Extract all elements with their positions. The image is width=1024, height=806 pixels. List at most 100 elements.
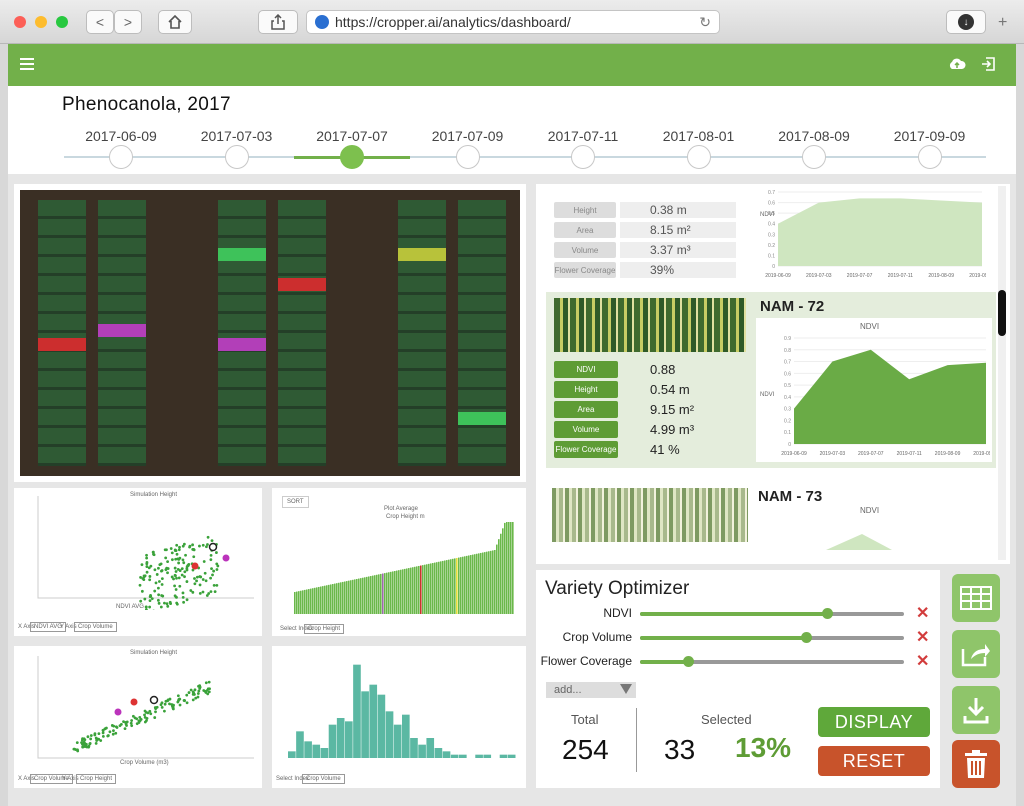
highlighted-plot[interactable] (218, 248, 266, 261)
scatter-point (114, 731, 118, 735)
hamburger-icon[interactable] (20, 58, 34, 70)
timeline-date-label[interactable]: 2017-06-09 (66, 128, 176, 144)
highlighted-plot[interactable] (38, 338, 86, 351)
timeline-date-label[interactable]: 2017-07-07 (297, 128, 407, 144)
bar (372, 575, 374, 614)
timeline-date-label[interactable]: 2017-07-03 (182, 128, 292, 144)
timeline-node[interactable] (686, 145, 711, 169)
y-tick-label: 0.1 (784, 430, 791, 436)
timeline-node[interactable] (571, 145, 595, 169)
scatter-point (163, 702, 167, 706)
highlighted-plot[interactable] (398, 248, 446, 261)
select-index[interactable]: Crop Height (304, 624, 345, 634)
share-icon[interactable] (952, 630, 1000, 678)
scatter-point (143, 720, 147, 724)
timeline-date-label[interactable]: 2017-08-09 (759, 128, 869, 144)
timeline-node[interactable] (340, 145, 364, 169)
timeline-date-label[interactable]: 2017-08-01 (644, 128, 754, 144)
bar (340, 582, 342, 614)
scatter-point (148, 575, 152, 578)
remove-criterion-icon[interactable]: ✕ (916, 627, 929, 647)
timeline-date-label[interactable]: 2017-09-09 (875, 128, 985, 144)
y-axis-select[interactable]: Crop Height (76, 774, 117, 784)
reset-button[interactable]: RESET (818, 746, 930, 776)
globe-icon (315, 15, 329, 29)
scatter-point (202, 560, 206, 563)
trash-icon[interactable] (952, 740, 1000, 788)
bar (438, 561, 440, 614)
downloads-icon[interactable]: ↓ (946, 10, 986, 34)
y-axis-select[interactable]: Crop Volume (74, 622, 117, 632)
sort-button[interactable]: SORT (282, 496, 309, 508)
scatter-point (160, 594, 164, 597)
scatter-point (207, 680, 211, 684)
scatter-point (144, 605, 148, 609)
bar (426, 564, 428, 614)
back-button[interactable]: < (86, 10, 114, 34)
scatter-point (195, 575, 199, 579)
cloud-upload-icon[interactable] (948, 57, 966, 76)
bar (440, 561, 442, 614)
reload-icon[interactable]: ↻ (699, 14, 711, 31)
close-window-icon[interactable] (14, 16, 26, 28)
slider-handle[interactable] (682, 656, 694, 667)
highlighted-plot[interactable] (278, 278, 326, 291)
metric-label: Volume (554, 242, 616, 258)
scatter-point (86, 735, 90, 739)
remove-criterion-icon[interactable]: ✕ (916, 651, 929, 671)
histogram-bar (393, 724, 402, 758)
scatter-point (157, 593, 161, 597)
table-icon[interactable] (952, 574, 1000, 622)
bar (490, 550, 492, 614)
timeline-node[interactable] (224, 145, 249, 169)
timeline-node[interactable] (455, 145, 480, 169)
download-icon[interactable] (952, 686, 1000, 734)
select-index[interactable]: Crop Volume (302, 774, 345, 784)
home-icon[interactable] (158, 10, 192, 34)
timeline-date-label[interactable]: 2017-07-09 (413, 128, 523, 144)
bar (450, 559, 452, 614)
timeline-date-label[interactable]: 2017-07-11 (528, 128, 638, 144)
forward-button[interactable]: > (114, 10, 142, 34)
scatter-point (145, 553, 148, 557)
bar (418, 565, 420, 614)
zoom-window-icon[interactable] (56, 16, 68, 28)
new-tab-button[interactable]: + (998, 14, 1007, 32)
bar (396, 570, 398, 614)
scatter-point (143, 597, 147, 601)
highlighted-plot[interactable] (458, 412, 506, 425)
bar (366, 576, 368, 614)
field-aerial-image[interactable] (20, 190, 520, 476)
bar (404, 568, 406, 614)
timeline-node[interactable] (802, 145, 826, 169)
scatter-point (203, 571, 207, 575)
timeline-node[interactable] (109, 145, 133, 169)
histogram-bar (418, 744, 426, 758)
scrollbar-thumb[interactable] (998, 290, 1006, 336)
scatter-point (175, 576, 178, 580)
sorted-bars (294, 522, 514, 614)
minimize-window-icon[interactable] (35, 16, 47, 28)
ndvi-area-series (794, 349, 986, 444)
highlighted-plot[interactable] (218, 338, 266, 351)
share-icon[interactable] (258, 10, 298, 34)
chevron-down-icon[interactable] (620, 684, 632, 694)
slider-fill (640, 612, 828, 616)
remove-criterion-icon[interactable]: ✕ (916, 603, 929, 623)
scatter-point (81, 745, 85, 749)
bar (338, 582, 340, 614)
timeline-node[interactable] (917, 145, 942, 169)
y-tick-label: 0.6 (784, 371, 791, 377)
y-tick-label: 0.9 (784, 336, 791, 342)
bar (482, 552, 484, 614)
logout-icon[interactable] (980, 57, 996, 76)
y-tick-label: 0 (788, 442, 791, 448)
highlighted-point (222, 554, 230, 562)
highlighted-plot[interactable] (98, 324, 146, 337)
scatter-point (138, 716, 142, 719)
scatter-plot-2 (37, 656, 254, 759)
address-bar[interactable]: https://cropper.ai/analytics/dashboard/ … (306, 10, 720, 34)
nam-72-chart-title: NDVI (860, 322, 880, 331)
x-tick-label: 2019-07-11 (897, 451, 922, 457)
display-button[interactable]: DISPLAY (818, 707, 930, 737)
